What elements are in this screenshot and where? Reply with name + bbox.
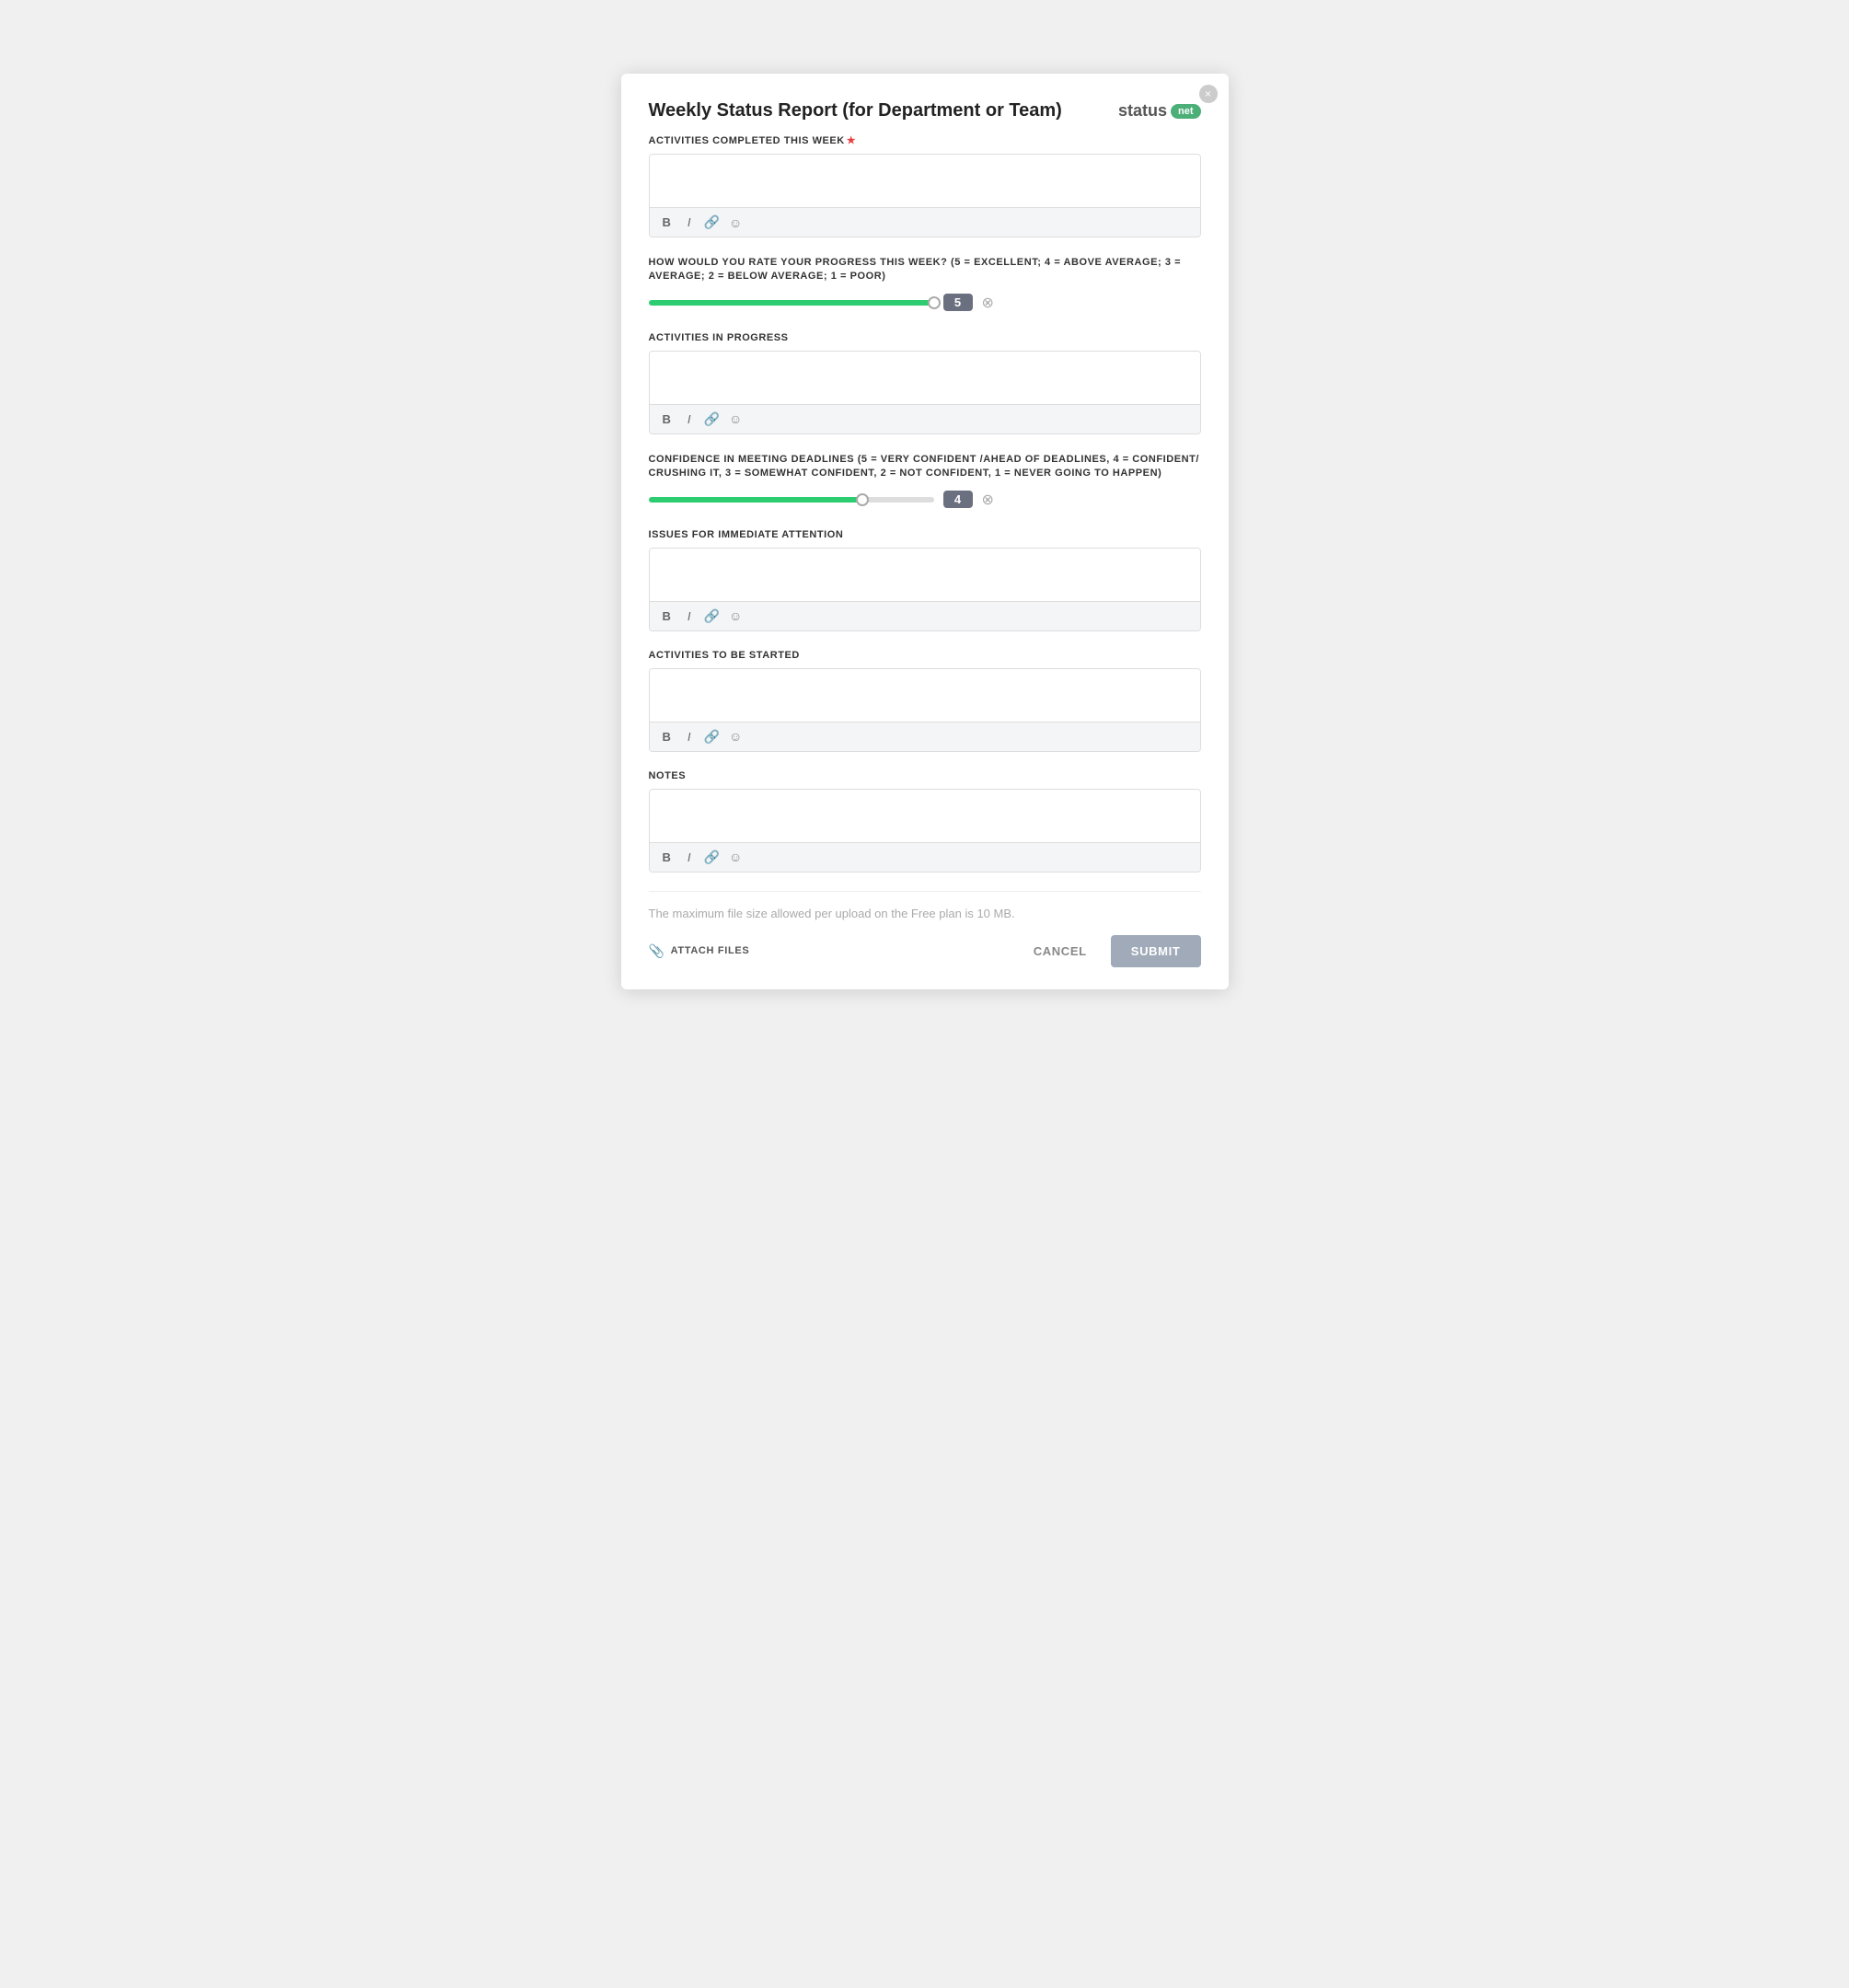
brand-name: status — [1118, 101, 1167, 121]
italic-button-5[interactable]: I — [684, 849, 695, 866]
activities-completed-section: ACTIVITIES COMPLETED THIS WEEK★ B I 🔗 ☺ — [649, 134, 1201, 237]
link-icon-1[interactable]: 🔗 — [704, 214, 720, 230]
link-icon-2[interactable]: 🔗 — [704, 411, 720, 427]
form-action-buttons: CANCEL SUBMIT — [1021, 935, 1201, 967]
activities-in-progress-editor: B I 🔗 ☺ — [649, 351, 1201, 434]
submit-button[interactable]: SUBMIT — [1111, 935, 1201, 967]
progress-slider-track — [649, 300, 934, 306]
issues-attention-editor: B I 🔗 ☺ — [649, 548, 1201, 631]
progress-slider-fill — [649, 300, 934, 306]
link-icon-3[interactable]: 🔗 — [704, 608, 720, 624]
issues-attention-input[interactable] — [650, 549, 1200, 596]
attach-label: ATTACH FILES — [671, 945, 750, 956]
activities-to-start-toolbar: B I 🔗 ☺ — [650, 722, 1200, 751]
italic-button-2[interactable]: I — [684, 410, 695, 428]
close-button[interactable]: × — [1199, 85, 1218, 103]
confidence-slider-track — [649, 497, 934, 503]
progress-rating-section: HOW WOULD YOU RATE YOUR PROGRESS THIS WE… — [649, 256, 1201, 312]
brand-badge: net — [1171, 104, 1201, 119]
issues-attention-toolbar: B I 🔗 ☺ — [650, 601, 1200, 630]
italic-button-4[interactable]: I — [684, 728, 695, 746]
emoji-icon-4[interactable]: ☺ — [729, 729, 742, 744]
notes-label: NOTES — [649, 770, 1201, 781]
link-icon-4[interactable]: 🔗 — [704, 729, 720, 745]
bold-button-4[interactable]: B — [659, 728, 675, 746]
activities-completed-input[interactable] — [650, 155, 1200, 202]
cancel-button[interactable]: CANCEL — [1021, 937, 1100, 965]
italic-button-3[interactable]: I — [684, 607, 695, 625]
confidence-slider-thumb — [856, 493, 869, 506]
progress-slider-clear[interactable]: ⊗ — [982, 294, 994, 312]
modal-header: Weekly Status Report (for Department or … — [649, 99, 1201, 121]
activities-to-start-editor: B I 🔗 ☺ — [649, 668, 1201, 752]
bold-button-3[interactable]: B — [659, 607, 675, 625]
notes-input[interactable] — [650, 790, 1200, 838]
issues-attention-label: ISSUES FOR IMMEDIATE ATTENTION — [649, 529, 1201, 540]
bold-button-5[interactable]: B — [659, 849, 675, 866]
activities-in-progress-toolbar: B I 🔗 ☺ — [650, 404, 1200, 433]
modal-title: Weekly Status Report (for Department or … — [649, 99, 1062, 121]
modal: × Weekly Status Report (for Department o… — [621, 74, 1229, 989]
brand-logo: status net — [1118, 101, 1201, 121]
confidence-rating-label: CONFIDENCE IN MEETING DEADLINES (5 = VER… — [649, 453, 1201, 481]
activities-to-start-label: ACTIVITIES TO BE STARTED — [649, 650, 1201, 661]
footer-divider — [649, 891, 1201, 892]
activities-completed-toolbar: B I 🔗 ☺ — [650, 207, 1200, 237]
attach-files-button[interactable]: 📎 ATTACH FILES — [649, 943, 750, 959]
confidence-rating-row: 4 ⊗ — [649, 491, 1201, 509]
italic-button-1[interactable]: I — [684, 214, 695, 231]
emoji-icon-3[interactable]: ☺ — [729, 608, 742, 623]
link-icon-5[interactable]: 🔗 — [704, 850, 720, 865]
issues-attention-section: ISSUES FOR IMMEDIATE ATTENTION B I 🔗 ☺ — [649, 529, 1201, 631]
notes-editor: B I 🔗 ☺ — [649, 789, 1201, 873]
emoji-icon-5[interactable]: ☺ — [729, 850, 742, 864]
notes-section: NOTES B I 🔗 ☺ — [649, 770, 1201, 873]
activities-in-progress-label: ACTIVITIES IN PROGRESS — [649, 332, 1201, 343]
confidence-slider-value: 4 — [943, 491, 973, 508]
activities-to-start-input[interactable] — [650, 669, 1200, 717]
notes-toolbar: B I 🔗 ☺ — [650, 842, 1200, 872]
activities-completed-label: ACTIVITIES COMPLETED THIS WEEK★ — [649, 134, 1201, 146]
activities-to-start-section: ACTIVITIES TO BE STARTED B I 🔗 ☺ — [649, 650, 1201, 752]
required-indicator: ★ — [847, 135, 856, 146]
footer-actions: 📎 ATTACH FILES CANCEL SUBMIT — [649, 935, 1201, 967]
activities-in-progress-section: ACTIVITIES IN PROGRESS B I 🔗 ☺ — [649, 332, 1201, 434]
bold-button-2[interactable]: B — [659, 410, 675, 428]
progress-slider-value: 5 — [943, 294, 973, 311]
activities-completed-editor: B I 🔗 ☺ — [649, 154, 1201, 237]
emoji-icon-1[interactable]: ☺ — [729, 215, 742, 230]
progress-rating-label: HOW WOULD YOU RATE YOUR PROGRESS THIS WE… — [649, 256, 1201, 284]
confidence-slider-fill — [649, 497, 863, 503]
file-size-note: The maximum file size allowed per upload… — [649, 907, 1201, 920]
bold-button-1[interactable]: B — [659, 214, 675, 231]
confidence-slider-clear[interactable]: ⊗ — [982, 491, 994, 509]
emoji-icon-2[interactable]: ☺ — [729, 411, 742, 426]
confidence-rating-section: CONFIDENCE IN MEETING DEADLINES (5 = VER… — [649, 453, 1201, 509]
progress-rating-row: 5 ⊗ — [649, 294, 1201, 312]
activities-in-progress-input[interactable] — [650, 352, 1200, 399]
progress-slider-thumb — [928, 296, 941, 309]
paperclip-icon: 📎 — [649, 943, 665, 959]
